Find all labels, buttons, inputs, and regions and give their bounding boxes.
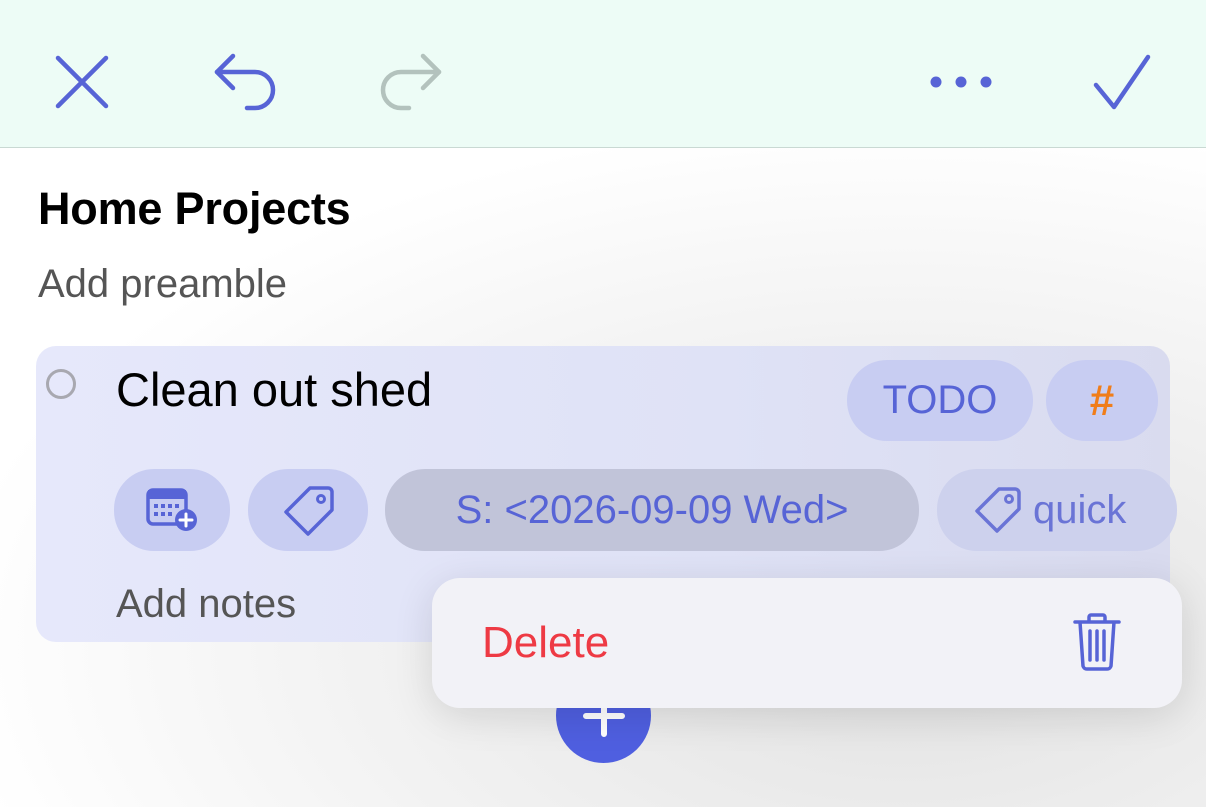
task-title[interactable]: Clean out shed — [116, 362, 432, 417]
tag-icon — [284, 486, 334, 536]
document-title[interactable]: Home Projects — [38, 183, 351, 235]
close-button[interactable] — [50, 50, 114, 114]
preamble-field[interactable]: Add preamble — [38, 262, 287, 307]
checkmark-icon — [1093, 54, 1151, 110]
task-checkbox[interactable] — [46, 369, 76, 399]
done-button[interactable] — [1090, 50, 1154, 114]
add-date-button[interactable] — [114, 469, 230, 551]
close-icon — [55, 55, 109, 109]
more-icon — [930, 76, 992, 88]
redo-button[interactable] — [376, 46, 448, 118]
more-button[interactable] — [926, 62, 996, 102]
trash-icon — [1073, 613, 1121, 671]
priority-badge[interactable]: # — [1046, 360, 1158, 441]
delete-menu-item[interactable]: Delete — [482, 618, 609, 668]
context-menu: Delete — [432, 578, 1182, 708]
tag-icon — [975, 487, 1021, 533]
undo-button[interactable] — [208, 46, 280, 118]
undo-icon — [214, 53, 276, 111]
tag-chip-label: quick — [1033, 487, 1127, 532]
scheduled-date-chip[interactable]: S: <2026-09-09 Wed> — [385, 469, 919, 551]
calendar-add-icon — [146, 488, 197, 531]
add-tag-button[interactable] — [248, 469, 368, 551]
redo-icon — [380, 53, 442, 111]
toolbar — [0, 0, 1206, 148]
notes-field[interactable]: Add notes — [116, 582, 296, 627]
todo-state-badge[interactable]: TODO — [847, 360, 1033, 441]
tag-chip-quick[interactable]: quick — [937, 469, 1177, 551]
